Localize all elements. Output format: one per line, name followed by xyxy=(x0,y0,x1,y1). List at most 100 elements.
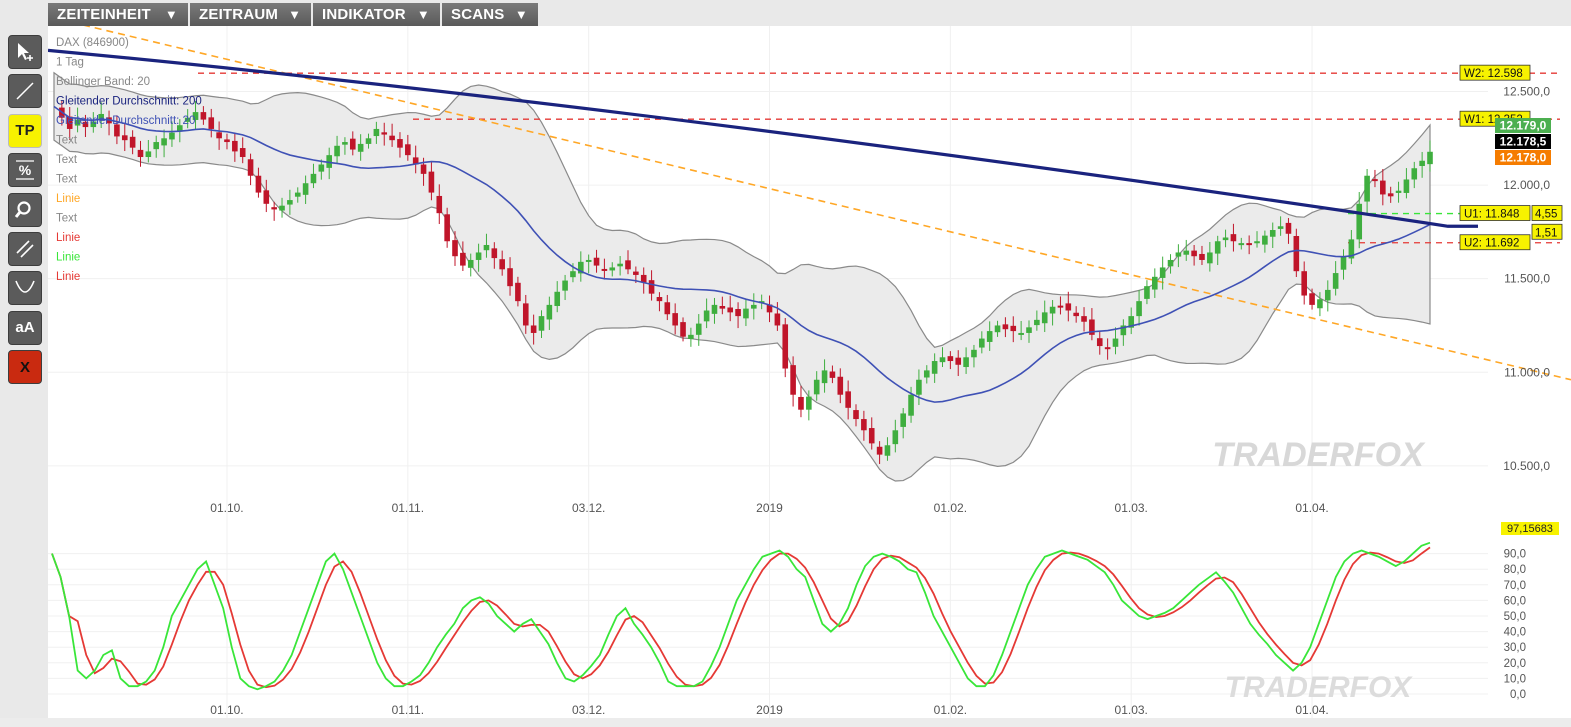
date-axis-label: 01.02. xyxy=(934,501,967,515)
candle xyxy=(861,419,867,431)
osc-date-label: 01.03. xyxy=(1115,703,1148,717)
osc-date-label: 01.10. xyxy=(210,703,243,717)
candle xyxy=(1081,316,1087,322)
osc-axis-label: 80,0 xyxy=(1504,564,1526,576)
price-chart[interactable]: DAX (846900) 1 Tag Bollinger Band: 20 Gleit… xyxy=(48,26,1571,522)
menu-bar: ZEITEINHEIT ▼ ZEITRAUM ▼ INDIKATOR ▼ SCANS ▼ xyxy=(48,3,538,26)
candle xyxy=(373,128,380,137)
candle xyxy=(853,410,859,420)
candle xyxy=(837,376,844,395)
candle xyxy=(648,280,655,294)
date-axis-label: 2019 xyxy=(756,501,783,515)
candle xyxy=(428,171,435,193)
zoom-tool-button[interactable] xyxy=(8,192,42,227)
parallel-lines-tool-button[interactable] xyxy=(8,231,42,266)
price-axis-label: 10.500,0 xyxy=(1503,459,1550,473)
candle xyxy=(1018,332,1024,335)
candle xyxy=(1364,175,1370,202)
candle xyxy=(1293,236,1300,272)
candle xyxy=(695,323,702,335)
partial-label: 4,55 xyxy=(1535,209,1557,221)
parallel-lines-icon xyxy=(16,240,34,258)
candle xyxy=(711,304,718,314)
candle xyxy=(1010,325,1017,332)
cursor-plus-icon xyxy=(18,43,33,61)
candle xyxy=(129,136,136,148)
pointer-tool-button[interactable] xyxy=(8,35,42,69)
candle xyxy=(522,303,529,326)
menu-label: SCANS xyxy=(451,6,505,23)
candle xyxy=(1159,267,1166,278)
oscillator-panel[interactable]: 90,080,070,060,050,040,030,020,010,00,0 … xyxy=(48,522,1571,718)
legend-item: 1 Tag xyxy=(56,57,84,69)
line-tool-button[interactable] xyxy=(8,74,42,109)
candle xyxy=(200,112,207,120)
percent-tool-button[interactable]: % xyxy=(8,153,42,188)
candle xyxy=(1191,250,1197,257)
traderfox-watermark: TRADERFOX xyxy=(1212,436,1426,474)
candle xyxy=(994,325,1001,333)
candle xyxy=(1269,230,1276,237)
candle xyxy=(703,310,710,322)
candle xyxy=(1427,151,1433,165)
candle xyxy=(145,151,152,158)
menu-scans-button[interactable]: SCANS ▼ xyxy=(442,3,538,26)
candle xyxy=(1254,241,1260,244)
level-label: W2: 12.598 xyxy=(1464,68,1523,80)
date-axis-label: 03.12. xyxy=(572,501,605,515)
candle xyxy=(908,394,914,416)
candle xyxy=(1057,305,1064,308)
percent-icon: % xyxy=(16,160,34,180)
candle xyxy=(1144,286,1150,299)
candle xyxy=(515,282,521,302)
candle xyxy=(1372,179,1378,182)
candle xyxy=(1246,243,1252,246)
candle xyxy=(923,370,930,378)
candle xyxy=(845,391,851,408)
curve-tool-button[interactable] xyxy=(8,271,42,306)
candle xyxy=(1222,237,1229,241)
candle xyxy=(971,349,977,358)
candle xyxy=(452,240,458,257)
menu-indikator-button[interactable]: INDIKATOR ▼ xyxy=(313,3,440,26)
osc-axis-label: 60,0 xyxy=(1504,595,1526,607)
candle xyxy=(1136,301,1142,317)
osc-date-label: 03.12. xyxy=(572,703,605,717)
candle xyxy=(538,316,545,331)
candle xyxy=(554,291,561,307)
candle xyxy=(1183,250,1190,255)
candle xyxy=(829,371,836,378)
candle xyxy=(955,357,962,365)
menu-zeiteinheit-button[interactable]: ZEITEINHEIT ▼ xyxy=(48,3,188,26)
osc-axis-label: 0,0 xyxy=(1510,689,1526,701)
candle xyxy=(1104,347,1111,350)
candle xyxy=(1238,243,1245,246)
candle xyxy=(609,267,616,271)
candle xyxy=(672,313,678,326)
candle xyxy=(939,357,946,363)
candle xyxy=(1332,273,1339,289)
candle xyxy=(1317,299,1323,309)
candle xyxy=(774,313,781,326)
candle xyxy=(357,143,364,152)
candle xyxy=(727,307,734,313)
level-label: U2: 11.692 xyxy=(1464,238,1519,250)
candle xyxy=(365,138,372,144)
candle xyxy=(1073,312,1079,317)
candle xyxy=(491,248,498,259)
candle xyxy=(821,370,828,384)
candle xyxy=(640,274,647,283)
tp-tool-button[interactable]: TP xyxy=(8,113,42,148)
legend-item: DAX (846900) xyxy=(56,37,129,49)
candle xyxy=(507,268,513,287)
menu-label: ZEITEINHEIT xyxy=(57,6,151,23)
font-size-tool-button[interactable]: aA xyxy=(8,310,42,345)
candle xyxy=(798,396,804,410)
candle xyxy=(389,135,395,141)
menu-zeitraum-button[interactable]: ZEITRAUM ▼ xyxy=(190,3,311,26)
candle xyxy=(239,148,246,158)
candle xyxy=(294,192,301,197)
delete-tool-button[interactable]: X xyxy=(8,350,42,385)
candle xyxy=(1411,168,1418,180)
candle xyxy=(530,325,537,333)
